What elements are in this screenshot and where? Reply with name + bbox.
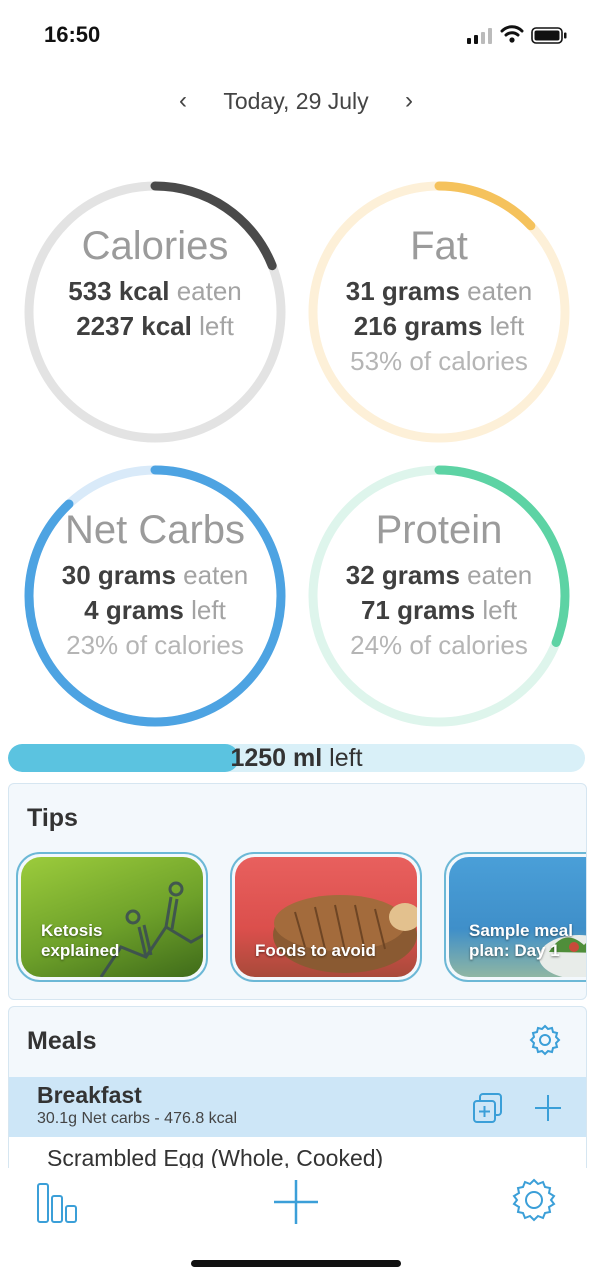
water-left-label: left <box>329 744 363 772</box>
fat-left-label: left <box>489 311 525 341</box>
protein-ring[interactable]: Protein 32 grams eaten 71 grams left 24%… <box>305 462 573 730</box>
tip-label-line1: Ketosis <box>41 921 103 940</box>
water-progress-bar[interactable]: 1250 ml left <box>8 744 585 772</box>
net-carbs-title: Net Carbs <box>64 508 246 552</box>
tips-section: Tips Ketosis explained Foods to avoid Sa… <box>8 783 587 1000</box>
calories-eaten-value: 533 kcal <box>68 276 170 306</box>
tip-image: Ketosis explained <box>21 857 203 977</box>
tip-label-line1: Foods to avoid <box>255 941 376 960</box>
protein-title: Protein <box>375 508 503 552</box>
signal-icon <box>467 28 492 44</box>
net-carbs-left-label: left <box>191 595 226 625</box>
next-day-button[interactable]: › <box>394 86 424 116</box>
gear-icon[interactable] <box>510 1176 558 1224</box>
battery-icon <box>531 27 567 44</box>
protein-eaten-value: 32 grams <box>345 560 460 590</box>
calories-left-label: left <box>199 311 234 341</box>
protein-eaten-label: eaten <box>467 560 533 590</box>
breakfast-row[interactable]: Breakfast 30.1g Net carbs - 476.8 kcal <box>9 1077 586 1137</box>
date-label: Today, 29 July <box>223 88 369 114</box>
calories-eaten-label: eaten <box>176 276 242 306</box>
fat-percent: 53% of calories <box>350 346 528 376</box>
water-left-value: 1250 ml <box>230 744 323 772</box>
tips-title: Tips <box>27 804 78 832</box>
tip-label-line2: explained <box>41 941 120 960</box>
calories-title: Calories <box>81 224 229 268</box>
gear-icon[interactable] <box>528 1023 562 1057</box>
fat-title: Fat <box>410 224 468 268</box>
tip-card-ketosis[interactable]: Ketosis explained <box>16 852 208 982</box>
fat-eaten-label: eaten <box>467 276 533 306</box>
bar-chart-icon[interactable] <box>34 1180 84 1224</box>
net-carbs-eaten-value: 30 grams <box>61 560 176 590</box>
tip-card-foods-to-avoid[interactable]: Foods to avoid <box>230 852 422 982</box>
fat-ring[interactable]: Fat 31 grams eaten 216 grams left 53% of… <box>305 178 573 446</box>
fat-left-value: 216 grams <box>353 311 483 341</box>
previous-day-button[interactable]: ‹ <box>168 86 198 116</box>
net-carbs-ring[interactable]: Net Carbs 30 grams eaten 4 grams left 23… <box>21 462 289 730</box>
tip-image: Sample meal plan: Day 1 <box>449 857 586 977</box>
plus-icon[interactable] <box>272 1178 320 1226</box>
copy-icon[interactable] <box>471 1091 505 1125</box>
calories-ring[interactable]: Calories 533 kcal eaten 2237 kcal left <box>21 178 289 446</box>
status-time: 16:50 <box>44 22 101 47</box>
net-carbs-eaten-label: eaten <box>183 560 249 590</box>
breakfast-title: Breakfast <box>37 1082 142 1108</box>
tip-card-sample-meal-plan[interactable]: Sample meal plan: Day 1 <box>444 852 586 982</box>
protein-left-label: left <box>482 595 518 625</box>
protein-left-value: 71 grams <box>360 595 476 625</box>
tab-bar <box>0 1168 592 1280</box>
tip-image: Foods to avoid <box>235 857 417 977</box>
fat-eaten-value: 31 grams <box>345 276 460 306</box>
net-carbs-left-value: 4 grams <box>84 595 184 625</box>
tip-label-line2: plan: Day 1 <box>469 941 560 960</box>
tip-label-line1: Sample meal <box>469 921 573 940</box>
wifi-icon <box>500 25 524 43</box>
protein-percent: 24% of calories <box>350 630 528 660</box>
home-indicator <box>191 1260 401 1267</box>
calories-left-value: 2237 kcal <box>76 311 192 341</box>
meals-section: Meals Breakfast 30.1g Net carbs - 476.8 … <box>8 1006 587 1178</box>
plus-icon[interactable] <box>531 1091 565 1125</box>
meals-title: Meals <box>27 1027 97 1055</box>
net-carbs-percent: 23% of calories <box>66 630 244 660</box>
breakfast-summary: 30.1g Net carbs - 476.8 kcal <box>37 1110 238 1127</box>
